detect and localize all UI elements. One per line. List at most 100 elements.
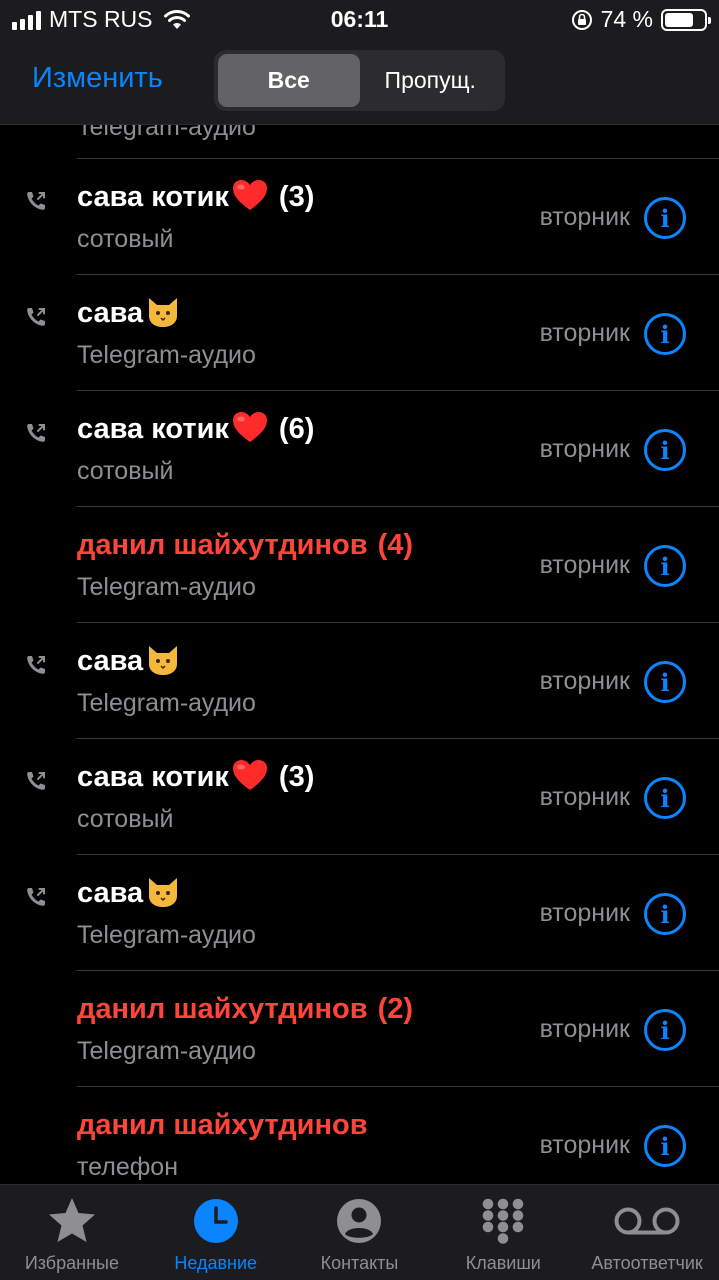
caller-name-text: сава котик [77, 413, 229, 445]
segment-missed[interactable]: Пропущ. [360, 54, 502, 107]
call-type: Telegram-аудио [77, 921, 256, 949]
caller-name-text: сава [77, 877, 144, 909]
call-date: вторник [539, 203, 630, 231]
tab-person[interactable]: Контакты [288, 1185, 432, 1280]
outgoing-call-icon [27, 656, 45, 674]
caller-name: данил шайхутдинов (2) [77, 993, 413, 1026]
info-icon[interactable]: i [644, 1009, 686, 1051]
caller-name: сава [77, 645, 181, 678]
call-type: Telegram-аудио [77, 125, 256, 141]
person-icon [336, 1197, 382, 1245]
call-row[interactable]: сава Telegram-аудио вторник i [0, 855, 719, 971]
tab-label: Контакты [320, 1253, 399, 1273]
info-icon[interactable]: i [644, 545, 686, 587]
caller-name-text: сава котик [77, 181, 229, 213]
caller-name: данил шайхутдинов [77, 1109, 368, 1142]
call-row[interactable]: сава Telegram-аудио вторник i [0, 275, 719, 391]
outgoing-call-icon [27, 192, 45, 210]
cat-face-emoji [149, 878, 178, 908]
call-type: Telegram-аудио [77, 1037, 256, 1065]
call-list: сава котик (3) сотовый вторник i сава Telegram… [0, 159, 719, 1203]
outgoing-call-icon [27, 424, 45, 442]
battery-icon [661, 8, 711, 31]
call-date: вторник [539, 551, 630, 579]
tab-keypad[interactable]: Клавиши [431, 1185, 575, 1280]
segment-all[interactable]: Все [218, 54, 360, 107]
call-type: телефон [77, 1153, 179, 1181]
caller-name: сава котик (3) [77, 180, 315, 214]
tab-clock[interactable]: Недавние [144, 1185, 288, 1280]
partial-call-row[interactable]: Telegram-аудио [0, 125, 719, 159]
call-count: (3) [278, 181, 315, 213]
clock-icon [193, 1197, 239, 1245]
tab-voicemail[interactable]: Автоответчик [575, 1185, 719, 1280]
call-row[interactable]: сава котик (3) сотовый вторник i [0, 159, 719, 275]
recents-header: Изменить Все Пропущ. [0, 40, 719, 125]
info-icon[interactable]: i [644, 197, 686, 239]
cat-face-emoji [149, 646, 178, 676]
cat-face-emoji [149, 298, 178, 328]
red-heart-emoji [232, 412, 267, 443]
call-count: (3) [278, 761, 315, 793]
call-count: (4) [377, 529, 414, 561]
caller-name: сава котик (3) [77, 760, 315, 794]
call-row[interactable]: сава котик (6) сотовый вторник i [0, 391, 719, 507]
outgoing-call-indicator [24, 421, 48, 450]
voicemail-icon [613, 1197, 681, 1245]
call-date: вторник [539, 319, 630, 347]
outgoing-call-icon [27, 888, 45, 906]
outgoing-call-icon [27, 308, 45, 326]
caller-name: сава [77, 877, 181, 910]
call-row[interactable]: сава Telegram-аудио вторник i [0, 623, 719, 739]
outgoing-call-indicator [24, 189, 48, 218]
tab-star[interactable]: Избранные [0, 1185, 144, 1280]
call-type: сотовый [77, 457, 174, 485]
battery-percent: 74 % [600, 6, 653, 32]
info-icon[interactable]: i [644, 661, 686, 703]
star-icon [46, 1197, 98, 1245]
caller-name-text: данил шайхутдинов [77, 1109, 368, 1141]
call-type: Telegram-аудио [77, 341, 256, 369]
outgoing-call-indicator [24, 769, 48, 798]
call-type: сотовый [77, 805, 174, 833]
call-row[interactable]: сава котик (3) сотовый вторник i [0, 739, 719, 855]
red-heart-emoji [232, 760, 267, 791]
caller-name: сава [77, 297, 181, 330]
edit-button[interactable]: Изменить [32, 62, 163, 95]
call-date: вторник [539, 1015, 630, 1043]
caller-name-text: сава котик [77, 761, 229, 793]
caller-name-text: сава [77, 297, 144, 329]
info-icon[interactable]: i [644, 893, 686, 935]
keypad-icon [480, 1197, 526, 1245]
outgoing-call-indicator [24, 305, 48, 334]
caller-name: сава котик (6) [77, 412, 315, 446]
caller-name: данил шайхутдинов (4) [77, 529, 413, 562]
info-icon[interactable]: i [644, 313, 686, 355]
call-type: Telegram-аудио [77, 573, 256, 601]
status-bar: MTS RUS 06:11 74 % [0, 0, 719, 40]
caller-name-text: данил шайхутдинов [77, 529, 368, 561]
call-count: (6) [278, 413, 315, 445]
battery-level [665, 12, 694, 27]
outgoing-call-indicator [24, 885, 48, 914]
outgoing-call-icon [27, 772, 45, 790]
outgoing-call-indicator [24, 653, 48, 682]
info-icon[interactable]: i [644, 429, 686, 471]
caller-name-text: сава [77, 645, 144, 677]
tab-label: Автоответчик [591, 1253, 703, 1273]
tab-label: Недавние [174, 1253, 258, 1273]
info-icon[interactable]: i [644, 777, 686, 819]
filter-segmented-control: Все Пропущ. [214, 50, 505, 111]
info-icon[interactable]: i [644, 1125, 686, 1167]
tab-label: Клавиши [465, 1253, 541, 1273]
call-date: вторник [539, 899, 630, 927]
caller-name-text: данил шайхутдинов [77, 993, 368, 1025]
call-row[interactable]: данил шайхутдинов (2) Telegram-аудио вторни… [0, 971, 719, 1087]
call-row[interactable]: данил шайхутдинов (4) Telegram-аудио вторни… [0, 507, 719, 623]
red-heart-emoji [232, 180, 267, 211]
call-type: Telegram-аудио [77, 689, 256, 717]
tab-label: Избранные [24, 1253, 119, 1273]
rotation-lock-icon [571, 9, 592, 30]
call-date: вторник [539, 1131, 630, 1159]
call-type: сотовый [77, 225, 174, 253]
